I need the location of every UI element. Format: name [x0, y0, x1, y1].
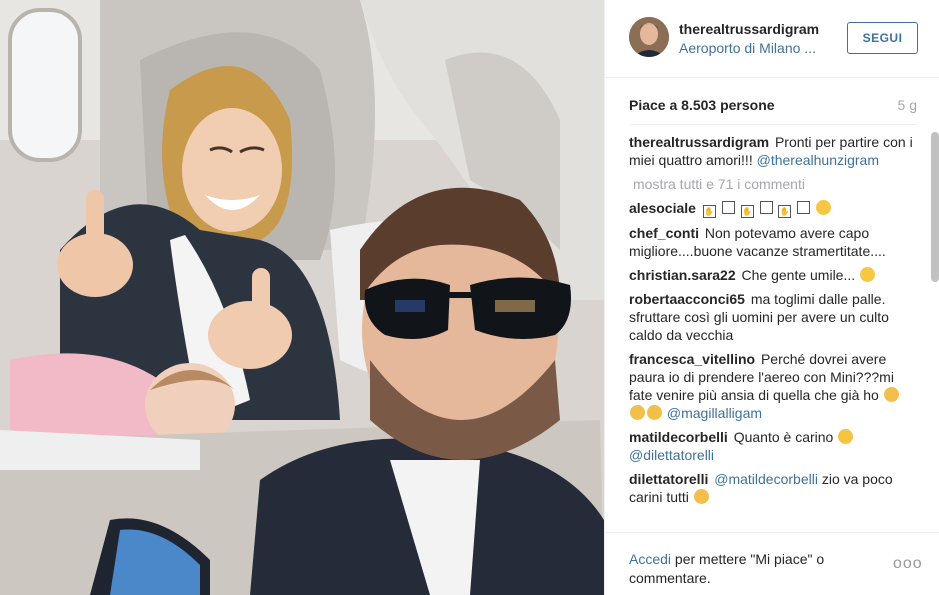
comments-scrollbar[interactable]: [931, 132, 939, 532]
smiley-emoji-icon: [816, 200, 832, 215]
missing-glyph-icon: [797, 201, 811, 214]
raised-hand-icon: ✋: [702, 205, 716, 218]
likes-count[interactable]: Piace a 8.503 persone: [629, 97, 775, 113]
selfie-image: [0, 0, 604, 595]
comment-mention[interactable]: @therealhunzigram: [757, 152, 879, 168]
post-photo[interactable]: [0, 0, 604, 595]
view-all-comments-link[interactable]: mostra tutti e 71 i commenti: [629, 175, 913, 193]
missing-glyph-icon: [759, 201, 773, 214]
comment-mention[interactable]: @matildecorbelli: [714, 471, 818, 487]
missing-glyph-icon: [721, 201, 735, 214]
raised-hand-icon: ✋: [778, 205, 792, 218]
comment-emoji-row: ✋ ✋ ✋: [702, 200, 832, 218]
post-footer: Accedi per mettere "Mi piace" o commenta…: [605, 532, 939, 595]
scream-emoji-icon: [693, 489, 709, 504]
post-header: therealtrussardigram Aeroporto di Milano…: [605, 0, 939, 78]
comments-list: therealtrussardigram Pronti per partire …: [629, 133, 913, 533]
tired-face-emoji-icon: [630, 405, 645, 420]
comment-mention[interactable]: @magillalligam: [667, 405, 762, 421]
comment-text: Quanto è carino: [733, 429, 834, 445]
login-link[interactable]: Accedi: [629, 551, 671, 567]
login-prompt: Accedi per mettere "Mi piace" o commenta…: [629, 550, 859, 588]
post-stats: Piace a 8.503 persone 5 g: [629, 97, 917, 117]
comment-item: alesociale ✋ ✋ ✋: [629, 199, 913, 218]
comment-item: robertaacconci65 ma toglimi dalle palle.…: [629, 290, 913, 344]
smirk-emoji-icon: [860, 267, 876, 282]
username-link[interactable]: therealtrussardigram: [679, 20, 849, 38]
location-link[interactable]: Aeroporto di Milano ...: [679, 39, 849, 57]
comment-item: francesca_vitellino Perché dovrei avere …: [629, 350, 913, 422]
heart-eyes-emoji-icon: [838, 429, 854, 444]
comment-username[interactable]: dilettatorelli: [629, 471, 708, 487]
divider: [629, 124, 917, 125]
comment-mention[interactable]: @dilettatorelli: [629, 447, 714, 463]
comment-item: christian.sara22 Che gente umile...: [629, 266, 913, 284]
follow-button[interactable]: SEGUI: [847, 22, 918, 54]
post-sidebar: therealtrussardigram Aeroporto di Milano…: [604, 0, 939, 595]
comment-item: matildecorbelli Quanto è carino @diletta…: [629, 428, 913, 464]
comment-caption: therealtrussardigram Pronti per partire …: [629, 133, 913, 169]
comment-username[interactable]: robertaacconci65: [629, 291, 745, 307]
raised-hand-icon: ✋: [740, 205, 754, 218]
comment-username[interactable]: therealtrussardigram: [629, 134, 769, 150]
comment-username[interactable]: chef_conti: [629, 225, 699, 241]
comment-username[interactable]: alesociale: [629, 200, 696, 216]
comment-username[interactable]: francesca_vitellino: [629, 351, 755, 367]
tired-face-emoji-icon: [883, 387, 899, 402]
user-info: therealtrussardigram Aeroporto di Milano…: [679, 20, 849, 57]
comment-text: Che gente umile...: [741, 267, 856, 283]
avatar[interactable]: [629, 17, 669, 57]
comment-username[interactable]: christian.sara22: [629, 267, 736, 283]
avatar-image: [629, 17, 669, 57]
tired-face-emoji-icon: [647, 405, 662, 420]
comment-username[interactable]: matildecorbelli: [629, 429, 728, 445]
scrollbar-thumb[interactable]: [931, 132, 939, 282]
more-options-icon[interactable]: ooo: [893, 555, 923, 573]
post-age: 5 g: [897, 97, 917, 113]
comment-item: dilettatorelli @matildecorbelli zio va p…: [629, 470, 913, 506]
comment-item: chef_conti Non potevamo avere capo migli…: [629, 224, 913, 260]
